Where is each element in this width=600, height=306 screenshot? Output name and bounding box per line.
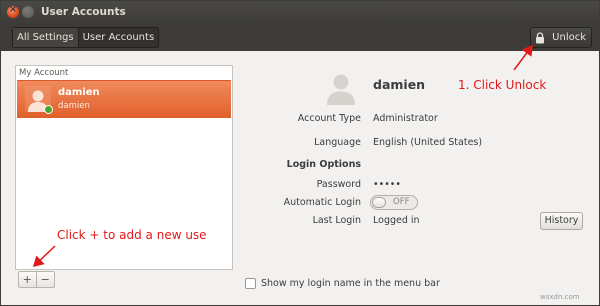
user-list-name: damien [58, 87, 100, 98]
password-label: Password [316, 179, 361, 190]
breadcrumb-all-settings[interactable]: All Settings [13, 28, 79, 47]
user-accounts-window: × User Accounts All Settings User Accoun… [0, 0, 600, 306]
history-button[interactable]: History [540, 212, 583, 230]
automatic-login-toggle[interactable]: OFF [370, 195, 418, 210]
user-name[interactable]: damien [373, 77, 425, 92]
menubar-login-label: Show my login name in the menu bar [261, 278, 440, 289]
breadcrumb-user-accounts[interactable]: User Accounts [79, 28, 159, 47]
lock-icon [535, 31, 545, 44]
remove-user-button[interactable]: − [37, 272, 54, 287]
my-account-header: My Account [19, 68, 69, 78]
user-list-item[interactable]: damien damien [17, 80, 231, 118]
last-login-label: Last Login [312, 215, 361, 226]
password-value[interactable]: ••••• [373, 179, 401, 190]
automatic-login-label: Automatic Login [283, 197, 361, 208]
unlock-annotation: 1. Click Unlock [458, 78, 547, 92]
language-value[interactable]: English (United States) [373, 137, 482, 148]
user-avatar-icon[interactable] [323, 69, 359, 105]
user-list-username: damien [58, 101, 90, 111]
unlock-button[interactable]: Unlock [530, 27, 592, 48]
unlock-label: Unlock [552, 32, 586, 43]
close-icon: × [8, 4, 18, 15]
login-options-heading: Login Options [286, 159, 361, 170]
account-type-value[interactable]: Administrator [373, 113, 438, 124]
language-label: Language [314, 137, 361, 148]
menubar-login-checkbox[interactable] [245, 278, 256, 289]
list-toolbar: + − [18, 271, 55, 288]
account-type-label: Account Type [297, 113, 361, 124]
toggle-knob [372, 197, 386, 208]
toolbar: All Settings User Accounts Unlock [1, 24, 599, 51]
minimize-window-button[interactable] [22, 6, 34, 18]
breadcrumb: All Settings User Accounts [12, 27, 160, 48]
window-title: User Accounts [41, 6, 126, 18]
add-user-button[interactable]: + [19, 272, 37, 287]
close-window-button[interactable]: × [7, 4, 19, 18]
title-bar: × User Accounts [1, 1, 599, 24]
add-user-annotation: Click + to add a new use [57, 228, 207, 242]
toggle-state: OFF [393, 197, 410, 207]
last-login-value: Logged in [373, 215, 420, 226]
menubar-login-option[interactable]: Show my login name in the menu bar [245, 278, 440, 289]
online-status-icon [44, 105, 53, 114]
watermark: wsxdn.com [540, 293, 580, 301]
